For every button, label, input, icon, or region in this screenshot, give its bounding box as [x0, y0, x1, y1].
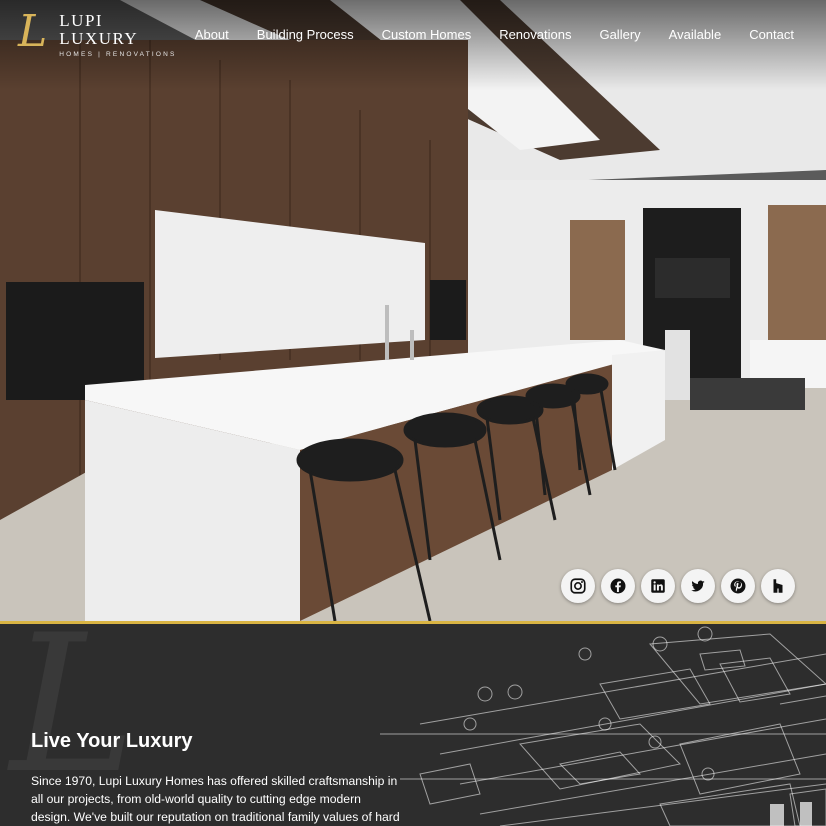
twitter-button[interactable] [681, 569, 715, 603]
pinterest-button[interactable] [721, 569, 755, 603]
nav-about[interactable]: About [181, 26, 243, 44]
social-links [561, 569, 795, 603]
nav-available[interactable]: Available [655, 26, 736, 44]
main-nav: About Building Process Custom Homes Reno… [181, 26, 794, 44]
houzz-icon [773, 579, 783, 593]
twitter-icon [691, 580, 705, 592]
brand-tagline: HOMES | RENOVATIONS [59, 51, 177, 58]
logo-monogram: L [18, 6, 48, 57]
logo-wordmark: LUPI LUXURY HOMES | RENOVATIONS [59, 11, 178, 59]
nav-building-process[interactable]: Building Process [243, 26, 368, 44]
linkedin-icon [651, 579, 665, 593]
nav-contact[interactable]: Contact [735, 26, 794, 44]
linkedin-button[interactable] [641, 569, 675, 603]
hero-section: L LUPI LUXURY HOMES | RENOVATIONS About … [0, 0, 826, 621]
brand-name: LUPI LUXURY [59, 11, 139, 48]
nav-custom-homes[interactable]: Custom Homes [368, 26, 486, 44]
instagram-icon [570, 578, 586, 594]
houzz-button[interactable] [761, 569, 795, 603]
facebook-button[interactable] [601, 569, 635, 603]
intro-paragraph: Since 1970, Lupi Luxury Homes has offere… [31, 774, 400, 824]
nav-gallery[interactable]: Gallery [585, 26, 654, 44]
section-heading: Live Your Luxury [31, 730, 193, 752]
intro-section: L Live Your Luxury Since 1970, Lupi Luxu… [0, 624, 826, 826]
facebook-icon [610, 578, 626, 594]
hero-kitchen-image [0, 0, 826, 621]
nav-renovations[interactable]: Renovations [485, 26, 585, 44]
pinterest-icon [730, 578, 746, 594]
instagram-button[interactable] [561, 569, 595, 603]
site-logo[interactable]: L LUPI LUXURY HOMES | RENOVATIONS [18, 6, 178, 59]
